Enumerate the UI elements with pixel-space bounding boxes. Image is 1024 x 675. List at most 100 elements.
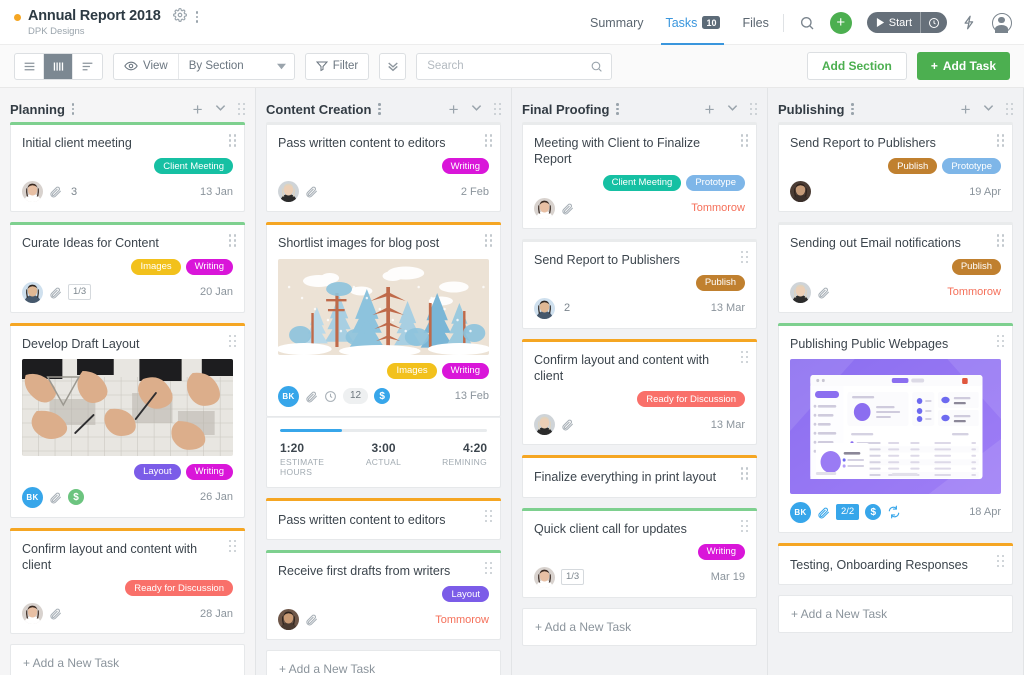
avatar[interactable]: BK <box>278 385 299 407</box>
view-toggle[interactable]: View <box>114 54 178 79</box>
task-card-body[interactable]: Receive first drafts from writers Layout … <box>266 552 501 640</box>
task-card[interactable]: Confirm layout and content with client Re… <box>522 338 757 446</box>
account-icon[interactable] <box>992 12 1012 33</box>
task-card[interactable]: Sending out Email notifications Publish T… <box>778 222 1013 313</box>
task-card-body[interactable]: Shortlist images for blog post Images Wr… <box>266 225 501 417</box>
column-more-menu-icon[interactable] <box>378 103 381 115</box>
tab-tasks[interactable]: Tasks 10 <box>661 0 725 45</box>
comment-count[interactable]: 2 <box>561 302 573 314</box>
column-more-menu-icon[interactable] <box>71 103 75 115</box>
avatar[interactable] <box>22 281 43 303</box>
task-card[interactable]: Testing, Onboarding Responses <box>778 542 1013 585</box>
task-card-body[interactable]: Quick client call for updates Writing 1/3… <box>522 510 757 598</box>
card-drag-handle[interactable] <box>740 519 748 532</box>
task-tag[interactable]: Publish <box>888 158 938 175</box>
task-card-body[interactable]: Initial client meeting Client Meeting 3 13… <box>10 125 245 213</box>
card-drag-handle[interactable] <box>484 134 492 147</box>
card-drag-handle[interactable] <box>228 234 236 247</box>
column-add-card-icon[interactable]: + <box>193 101 203 118</box>
task-tag[interactable]: Writing <box>441 362 489 379</box>
task-card-body[interactable]: Confirm layout and content with client Re… <box>10 530 245 635</box>
task-tag[interactable]: Images <box>131 258 181 275</box>
card-drag-handle[interactable] <box>228 334 236 347</box>
task-card[interactable]: Send Report to Publishers Publish Prototyp… <box>778 122 1013 213</box>
card-drag-handle[interactable] <box>996 134 1004 147</box>
task-tag[interactable]: Writing <box>697 543 745 560</box>
column-collapse-icon[interactable] <box>983 100 994 118</box>
column-collapse-icon[interactable] <box>727 100 738 118</box>
attachment-icon[interactable] <box>49 607 62 620</box>
start-timer-button[interactable]: Start <box>866 12 947 33</box>
card-drag-handle[interactable] <box>996 334 1004 347</box>
timeline-view-icon[interactable] <box>73 54 102 79</box>
attachment-icon[interactable] <box>49 286 62 299</box>
task-tag[interactable]: Writing <box>185 258 233 275</box>
add-new-task-row[interactable]: + Add a New Task <box>522 607 757 646</box>
task-tag[interactable]: Publish <box>695 274 745 291</box>
task-card[interactable]: Curate Ideas for Content Images Writing 1/… <box>10 222 245 313</box>
avatar[interactable] <box>534 197 555 219</box>
add-task-button[interactable]: + Add Task <box>916 52 1010 80</box>
add-new-task-row[interactable]: + Add a New Task <box>10 644 245 675</box>
task-tag[interactable]: Publish <box>951 258 1001 275</box>
task-card-body[interactable]: Curate Ideas for Content Images Writing 1/… <box>10 225 245 313</box>
search-input[interactable] <box>427 60 591 72</box>
task-card-body[interactable]: Send Report to Publishers Publish 2 13 Mar <box>522 241 757 329</box>
task-tag[interactable]: Images <box>387 362 437 379</box>
column-drag-handle[interactable] <box>1005 102 1013 116</box>
avatar[interactable] <box>790 181 811 203</box>
checklist-progress[interactable]: 2/2 <box>836 504 860 521</box>
attachment-icon[interactable] <box>561 202 574 215</box>
task-tag[interactable]: Ready for Discussion <box>125 580 233 597</box>
card-drag-handle[interactable] <box>484 509 492 522</box>
column-add-card-icon[interactable]: + <box>449 101 459 118</box>
task-card[interactable]: Meeting with Client to Finalize Report Cl… <box>522 122 757 229</box>
attachment-icon[interactable] <box>49 491 62 504</box>
bolt-icon[interactable] <box>962 15 977 30</box>
avatar[interactable] <box>534 414 555 436</box>
card-drag-handle[interactable] <box>228 539 236 553</box>
billing-icon[interactable]: $ <box>68 489 84 506</box>
task-card-body[interactable]: Finalize everything in print layout <box>522 458 757 498</box>
task-card-body[interactable]: Publishing Public Webpages BK 2/2 $ 18 A… <box>778 325 1013 533</box>
task-card[interactable]: Confirm layout and content with client Re… <box>10 527 245 635</box>
card-drag-handle[interactable] <box>740 250 748 263</box>
card-drag-handle[interactable] <box>996 554 1004 568</box>
add-new-task-row[interactable]: + Add a New Task <box>266 650 501 675</box>
tab-files[interactable]: Files <box>742 0 768 45</box>
clock-icon[interactable] <box>324 390 337 403</box>
filter-button[interactable]: Filter <box>304 52 370 80</box>
task-tag[interactable]: Layout <box>442 586 489 602</box>
task-card[interactable]: Initial client meeting Client Meeting 3 13… <box>10 122 245 213</box>
checklist-progress[interactable]: 1/3 <box>561 569 585 586</box>
task-card-body[interactable]: Sending out Email notifications Publish T… <box>778 225 1013 313</box>
attachment-icon[interactable] <box>305 390 318 403</box>
avatar[interactable] <box>534 297 555 319</box>
task-card-body[interactable]: Send Report to Publishers Publish Prototyp… <box>778 125 1013 213</box>
card-drag-handle[interactable] <box>484 234 492 247</box>
task-card-body[interactable]: Meeting with Client to Finalize Report Cl… <box>522 125 757 229</box>
task-tag[interactable]: Prototype <box>942 158 1001 175</box>
task-tag[interactable]: Client Meeting <box>154 158 233 175</box>
group-by-select[interactable]: By Section <box>177 53 294 79</box>
column-add-card-icon[interactable]: + <box>705 101 715 118</box>
attachment-icon[interactable] <box>817 506 830 519</box>
card-drag-handle[interactable] <box>740 467 748 480</box>
tab-summary[interactable]: Summary <box>590 0 643 45</box>
billing-icon[interactable]: $ <box>865 504 882 521</box>
column-drag-handle[interactable] <box>237 102 245 116</box>
attachment-icon[interactable] <box>49 185 62 198</box>
card-drag-handle[interactable] <box>228 134 236 147</box>
task-card[interactable]: Quick client call for updates Writing 1/3… <box>522 507 757 598</box>
attachment-icon[interactable] <box>561 418 574 431</box>
board-view-icon[interactable] <box>44 53 73 79</box>
task-card[interactable]: Pass written content to editors <box>266 497 501 540</box>
card-drag-handle[interactable] <box>996 234 1004 247</box>
avatar[interactable] <box>22 181 43 203</box>
attachment-icon[interactable] <box>305 613 318 626</box>
task-card[interactable]: Shortlist images for blog post Images Wr… <box>266 222 501 417</box>
task-tag[interactable]: Prototype <box>686 174 745 191</box>
search-icon[interactable] <box>590 60 603 73</box>
more-options-button[interactable] <box>379 52 407 80</box>
add-icon[interactable]: + <box>829 11 852 34</box>
